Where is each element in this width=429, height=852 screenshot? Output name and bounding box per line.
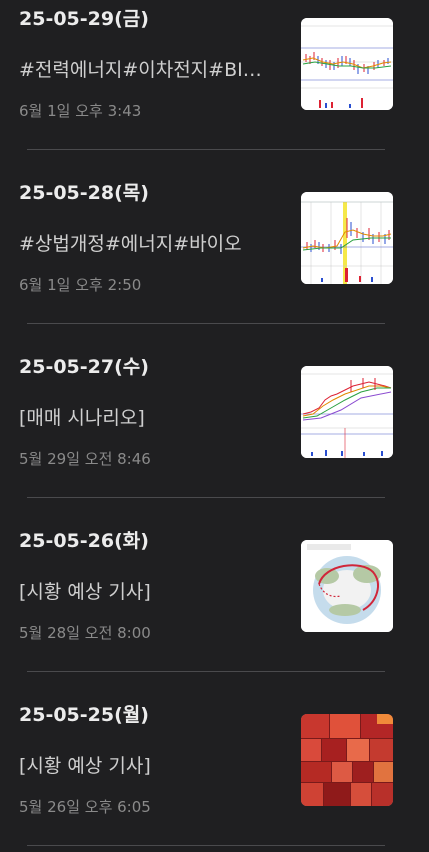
- post-summary: [시황 예상 기사]: [19, 755, 151, 777]
- post-title: 25-05-25(월): [19, 704, 149, 726]
- post-thumbnail[interactable]: [301, 540, 393, 632]
- post-thumbnail[interactable]: [301, 18, 393, 110]
- post-thumbnail[interactable]: [301, 366, 393, 458]
- divider: [27, 149, 385, 150]
- post-item[interactable]: 25-05-29(금) #전력에너지#이차전지#BI… 6월 1일 오후 3:4…: [0, 0, 429, 174]
- post-item[interactable]: 25-05-25(월) [시황 예상 기사] 5월 26일 오후 6:05: [0, 696, 429, 852]
- stock-chart-thumbnail-icon: [301, 18, 393, 110]
- heatmap-thumbnail-icon: [301, 714, 393, 806]
- stock-chart-thumbnail-icon: [301, 192, 393, 284]
- post-date: 5월 26일 오후 6:05: [19, 798, 151, 816]
- post-item[interactable]: 25-05-27(수) [매매 시나리오] 5월 29일 오전 8:46: [0, 348, 429, 522]
- divider: [27, 845, 385, 846]
- post-summary: #전력에너지#이차전지#BI…: [19, 59, 262, 81]
- post-summary: [시황 예상 기사]: [19, 581, 151, 603]
- divider: [27, 497, 385, 498]
- stock-chart-thumbnail-icon: [301, 366, 393, 458]
- post-thumbnail[interactable]: [301, 192, 393, 284]
- post-thumbnail[interactable]: [301, 714, 393, 806]
- post-date: 5월 28일 오전 8:00: [19, 624, 151, 642]
- divider: [27, 323, 385, 324]
- post-title: 25-05-26(화): [19, 530, 149, 552]
- post-title: 25-05-27(수): [19, 356, 149, 378]
- post-date: 6월 1일 오후 3:43: [19, 102, 142, 120]
- post-title: 25-05-28(목): [19, 182, 149, 204]
- post-date: 6월 1일 오후 2:50: [19, 276, 142, 294]
- post-title: 25-05-29(금): [19, 8, 149, 30]
- post-item[interactable]: 25-05-26(화) [시황 예상 기사] 5월 28일 오전 8:00: [0, 522, 429, 696]
- post-date: 5월 29일 오전 8:46: [19, 450, 151, 468]
- divider: [27, 671, 385, 672]
- post-feed: 25-05-29(금) #전력에너지#이차전지#BI… 6월 1일 오후 3:4…: [0, 0, 429, 852]
- post-summary: [매매 시나리오]: [19, 407, 145, 429]
- map-thumbnail-icon: [301, 540, 393, 632]
- post-item[interactable]: 25-05-28(목) #상법개정#에너지#바이오 6월 1일 오후 2:50: [0, 174, 429, 348]
- post-summary: #상법개정#에너지#바이오: [19, 233, 242, 255]
